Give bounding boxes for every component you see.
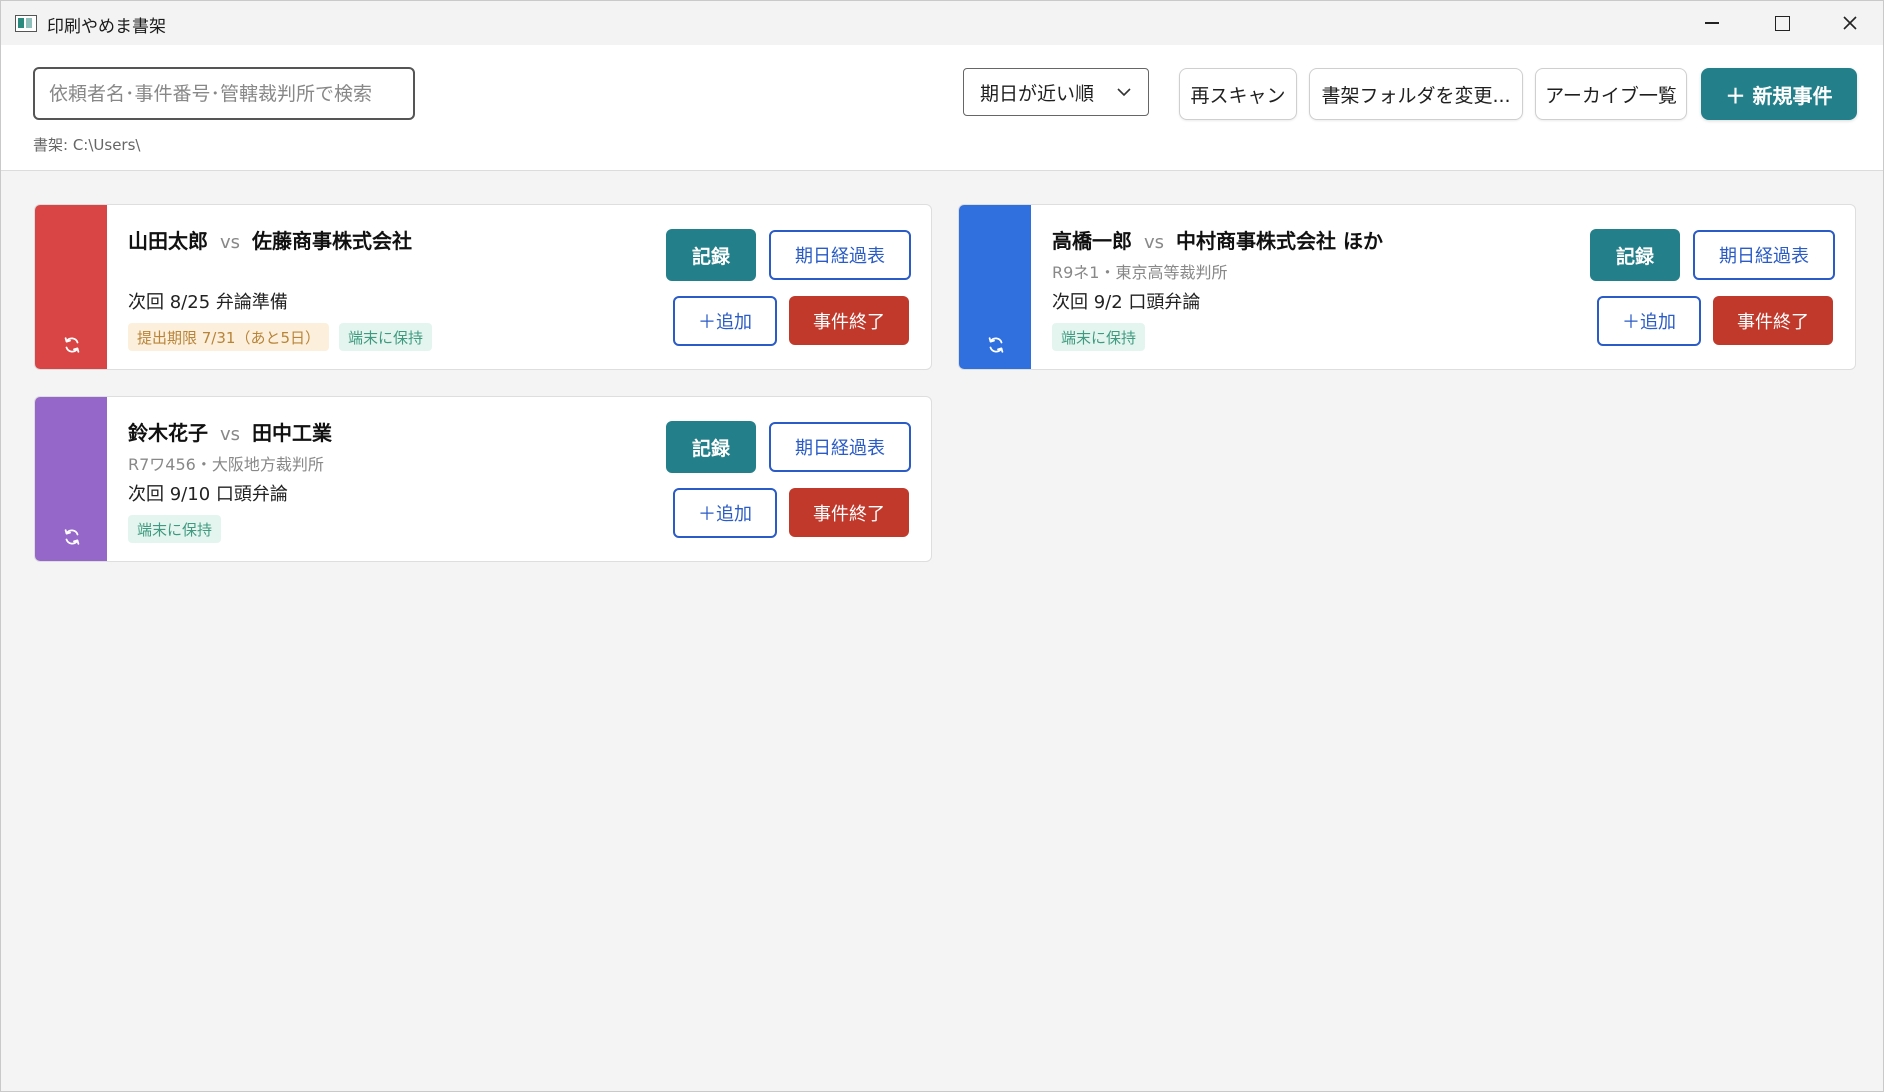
close-icon <box>1843 16 1857 30</box>
hearing-timeline-button[interactable]: 期日経過表 <box>769 422 911 472</box>
minimize-button[interactable] <box>1677 1 1747 45</box>
case-parties: 山田太郎 vs 佐藤商事株式会社 <box>128 225 412 254</box>
vs-label: vs <box>220 424 241 445</box>
search-input[interactable] <box>33 67 415 120</box>
case-tags: 提出期限 7/31（あと5日） 端末に保持 <box>128 323 433 351</box>
record-button[interactable]: 記録 <box>666 421 756 473</box>
rescan-button[interactable]: 再スキャン <box>1179 68 1297 120</box>
new-case-button[interactable]: ＋ 新規事件 <box>1701 68 1857 120</box>
add-button[interactable]: ＋追加 <box>673 488 777 538</box>
opponent-name: 田中工業 <box>252 421 333 445</box>
case-card[interactable]: 鈴木花子 vs 田中工業 R7ワ456・大阪地方裁判所 次回 9/10 口頭弁論 端… <box>34 396 932 562</box>
client-name: 山田太郎 <box>128 229 208 253</box>
record-button[interactable]: 記録 <box>666 229 756 281</box>
opponent-name: 中村商事株式会社 ほか <box>1176 229 1383 253</box>
case-card[interactable]: 高橋一郎 vs 中村商事株式会社 ほか R9ネ1・東京高等裁判所 次回 9/2 口頭… <box>958 204 1856 370</box>
app-window: 印刷やめま書架 書架: C:\Users\ 期日が近い順 再スキャン 書架フォル… <box>0 0 1884 1092</box>
maximize-button[interactable] <box>1747 1 1817 45</box>
close-case-button[interactable]: 事件終了 <box>1713 296 1833 345</box>
title-bar: 印刷やめま書架 <box>1 1 1883 45</box>
sync-icon[interactable] <box>62 527 82 547</box>
client-name: 鈴木花子 <box>128 421 208 445</box>
case-card[interactable]: 山田太郎 vs 佐藤商事株式会社 次回 8/25 弁論準備 提出期限 7/31（あと… <box>34 204 932 370</box>
close-window-button[interactable] <box>1815 1 1883 45</box>
hearing-timeline-button[interactable]: 期日経過表 <box>1693 230 1835 280</box>
case-number-court: R7ワ456・大阪地方裁判所 <box>128 455 324 474</box>
kept-on-device-badge: 端末に保持 <box>339 323 433 351</box>
shelf-path: 書架: C:\Users\ <box>33 136 141 154</box>
chevron-down-icon <box>1117 88 1131 97</box>
case-color-strip <box>959 205 1031 369</box>
deadline-badge: 提出期限 7/31（あと5日） <box>128 323 329 351</box>
change-folder-button[interactable]: 書架フォルダを変更... <box>1309 68 1523 120</box>
close-case-button[interactable]: 事件終了 <box>789 296 909 345</box>
opponent-name: 佐藤商事株式会社 <box>252 229 413 253</box>
client-name: 高橋一郎 <box>1052 229 1132 253</box>
sync-icon[interactable] <box>62 335 82 355</box>
archive-list-button[interactable]: アーカイブ一覧 <box>1535 68 1687 120</box>
kept-on-device-badge: 端末に保持 <box>128 515 222 543</box>
next-hearing: 次回 9/10 口頭弁論 <box>128 484 288 505</box>
case-color-strip <box>35 397 107 561</box>
add-button[interactable]: ＋追加 <box>1597 296 1701 346</box>
case-parties: 高橋一郎 vs 中村商事株式会社 ほか <box>1052 225 1383 254</box>
sort-select[interactable]: 期日が近い順 <box>963 68 1149 116</box>
case-tags: 端末に保持 <box>128 515 222 543</box>
vs-label: vs <box>1144 232 1165 253</box>
case-number-court: R9ネ1・東京高等裁判所 <box>1052 263 1228 282</box>
hearing-timeline-button[interactable]: 期日経過表 <box>769 230 911 280</box>
next-hearing: 次回 8/25 弁論準備 <box>128 292 288 313</box>
next-hearing: 次回 9/2 口頭弁論 <box>1052 292 1201 313</box>
vs-label: vs <box>220 232 241 253</box>
case-color-strip <box>35 205 107 369</box>
record-button[interactable]: 記録 <box>1590 229 1680 281</box>
kept-on-device-badge: 端末に保持 <box>1052 323 1146 351</box>
case-parties: 鈴木花子 vs 田中工業 <box>128 417 332 446</box>
toolbar: 書架: C:\Users\ 期日が近い順 再スキャン 書架フォルダを変更... … <box>1 45 1883 171</box>
app-icon <box>15 15 37 32</box>
case-tags: 端末に保持 <box>1052 323 1146 351</box>
sort-selected-value: 期日が近い順 <box>980 82 1095 105</box>
window-title: 印刷やめま書架 <box>47 17 166 37</box>
close-case-button[interactable]: 事件終了 <box>789 488 909 537</box>
add-button[interactable]: ＋追加 <box>673 296 777 346</box>
sync-icon[interactable] <box>986 335 1006 355</box>
